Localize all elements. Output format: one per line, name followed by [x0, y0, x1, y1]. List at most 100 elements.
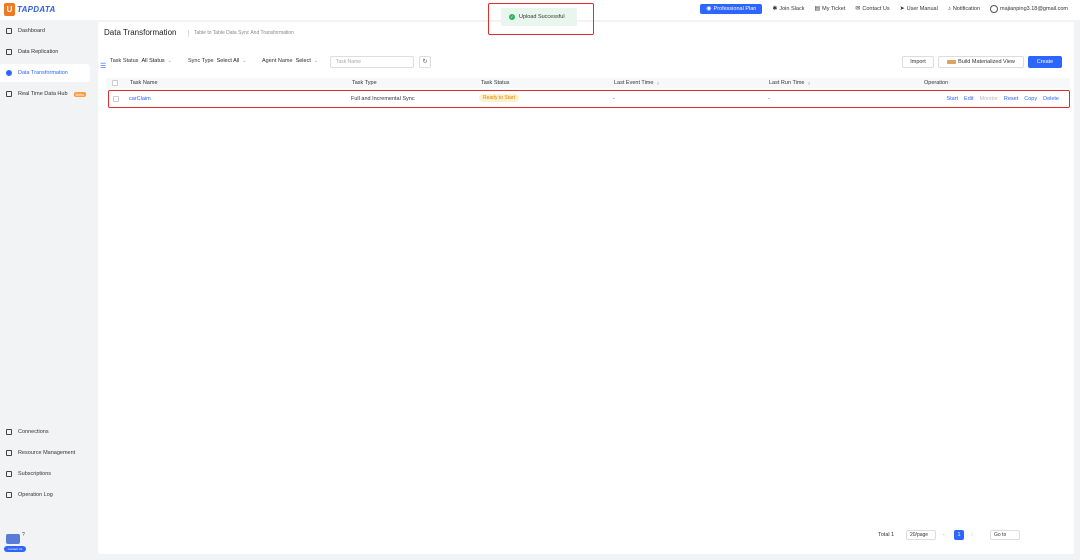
chevron-down-icon: ⌄ [167, 58, 172, 64]
join-slack-link[interactable]: ✱ Join Slack [772, 6, 804, 12]
sort-icon: ⇕ [807, 80, 811, 86]
reset-button[interactable]: Reset [1004, 96, 1018, 102]
task-status-value: All Status [141, 58, 165, 64]
datahub-icon [6, 91, 12, 97]
contact-us-link[interactable]: ✉ Contact Us [855, 6, 889, 12]
logo-text: TAPDATA [17, 5, 56, 14]
sidebar-item-dashboard[interactable]: Dashboard [0, 22, 90, 40]
next-page-icon[interactable]: › [971, 532, 973, 538]
sidebar-item-real-time-data-hub[interactable]: Real Time Data Hub Beta [0, 85, 90, 103]
copy-button[interactable]: Copy [1024, 96, 1037, 102]
sidebar-item-resource-management[interactable]: Resource Management [0, 444, 90, 462]
chat-widget[interactable]: ? Contact Us [4, 532, 26, 554]
slack-icon: ✱ [772, 6, 778, 12]
main-panel: Data Transformation Table to Table Data … [98, 22, 1074, 554]
chat-label: Contact Us [4, 546, 26, 552]
edit-button[interactable]: Edit [964, 96, 973, 102]
row-checkbox[interactable] [113, 96, 119, 102]
sidebar-item-label: Data Transformation [18, 70, 68, 76]
monitor-button[interactable]: Monitor [980, 96, 998, 102]
mail-icon: ✉ [855, 6, 861, 12]
sort-icon: ⇕ [656, 80, 660, 86]
menu-toggle-icon[interactable]: ☰ [100, 62, 106, 70]
select-all-checkbox[interactable] [112, 80, 118, 86]
logo[interactable]: U TAPDATA [4, 3, 56, 16]
agent-name-filter[interactable]: Agent Name Select ⌄ [262, 58, 318, 64]
page-size-select[interactable]: 20/page [906, 530, 936, 540]
sidebar: Dashboard Data Replication Data Transfor… [0, 20, 96, 560]
notification-link[interactable]: ♪ Notification [948, 6, 980, 12]
wifi-icon: ◉ [706, 6, 712, 12]
create-button[interactable]: Create [1028, 56, 1062, 68]
refresh-button[interactable]: ↻ [419, 56, 431, 68]
task-name-link[interactable]: carClaim [129, 96, 151, 102]
bell-icon: ♪ [947, 6, 951, 12]
my-ticket-link[interactable]: ▤ My Ticket [814, 6, 845, 12]
total-count: Total 1 [878, 532, 895, 538]
sidebar-item-label: Operation Log [18, 492, 53, 498]
task-name-search-input[interactable]: Task Name [330, 56, 414, 68]
beta-badge: Beta [73, 91, 86, 97]
check-circle-icon: ✓ [509, 14, 515, 20]
build-materialized-view-button[interactable]: Build Materialized View [938, 56, 1024, 68]
upload-success-toast: ✓ Upload Successful [501, 8, 577, 26]
current-page[interactable]: 1 [954, 530, 964, 540]
send-icon: ➤ [899, 6, 905, 12]
header-last-event-time[interactable]: Last Event Time ⇕ [614, 80, 660, 86]
start-button[interactable]: Start [946, 96, 958, 102]
chevron-down-icon: ⌄ [242, 58, 247, 64]
sidebar-item-data-replication[interactable]: Data Replication [0, 43, 90, 61]
refresh-icon: ↻ [422, 59, 428, 65]
sidebar-item-subscriptions[interactable]: Subscriptions [0, 465, 90, 483]
subscriptions-icon [6, 471, 12, 477]
chat-icon [6, 534, 20, 544]
task-type-cell: Full and Incremental Sync [351, 96, 415, 102]
sidebar-item-label: Connections [18, 429, 49, 435]
title-divider [188, 30, 189, 37]
import-button[interactable]: Import [902, 56, 934, 68]
toast-message: Upload Successful [519, 14, 565, 20]
user-menu[interactable]: majianping3.18@gmail.com [990, 5, 1068, 13]
page-subtitle: Table to Table Data Sync And Transformat… [194, 30, 294, 36]
professional-plan-button[interactable]: ◉ Professional Plan [700, 4, 763, 14]
last-event-time-cell: - [613, 96, 615, 102]
sync-type-filter[interactable]: Sync Type Select All ⌄ [188, 58, 246, 64]
sidebar-item-label: Resource Management [18, 450, 76, 456]
log-icon [6, 492, 12, 498]
header-operation: Operation [924, 80, 949, 86]
sidebar-item-label: Data Replication [18, 49, 59, 55]
table-header: Task Name Task Type Task Status Last Eve… [106, 78, 1070, 88]
resource-icon [6, 450, 12, 456]
header-last-event-time-label: Last Event Time [614, 80, 654, 86]
filter-bar: ☰ Task Status All Status ⌄ Sync Type Sel… [100, 56, 1072, 70]
pagination: Total 1 20/page ‹ 1 › Go to [878, 530, 1072, 542]
sidebar-item-label: Subscriptions [18, 471, 52, 477]
agent-name-label: Agent Name [262, 58, 293, 64]
sync-type-value: Select All [216, 58, 240, 64]
ticket-icon: ▤ [814, 6, 821, 12]
user-manual-label: User Manual [906, 6, 938, 12]
dashboard-icon [6, 28, 12, 34]
status-badge: Ready to Start [479, 94, 519, 102]
task-status-filter[interactable]: Task Status All Status ⌄ [110, 58, 172, 64]
sidebar-item-operation-log[interactable]: Operation Log [0, 486, 90, 504]
header-task-status: Task Status [481, 80, 510, 86]
user-email: majianping3.18@gmail.com [1000, 6, 1068, 12]
user-manual-link[interactable]: ➤ User Manual [900, 6, 938, 12]
goto-page-input[interactable]: Go to [990, 530, 1020, 540]
my-ticket-label: My Ticket [822, 6, 846, 12]
database-icon [6, 49, 12, 55]
header-last-run-time[interactable]: Last Run Time ⇕ [769, 80, 811, 86]
header-task-name: Task Name [130, 80, 158, 86]
professional-plan-label: Professional Plan [713, 6, 757, 12]
chevron-down-icon: ⌄ [313, 58, 319, 64]
agent-name-value: Select [295, 58, 311, 64]
header-last-run-time-label: Last Run Time [769, 80, 805, 86]
table-row: carClaim Full and Incremental Sync Ready… [108, 90, 1070, 108]
connections-icon [6, 429, 12, 435]
delete-button[interactable]: Delete [1043, 96, 1059, 102]
sidebar-item-data-transformation[interactable]: Data Transformation [0, 64, 90, 82]
sidebar-item-connections[interactable]: Connections [0, 423, 90, 441]
logo-mark: U [4, 3, 15, 16]
prev-page-icon[interactable]: ‹ [943, 532, 945, 538]
